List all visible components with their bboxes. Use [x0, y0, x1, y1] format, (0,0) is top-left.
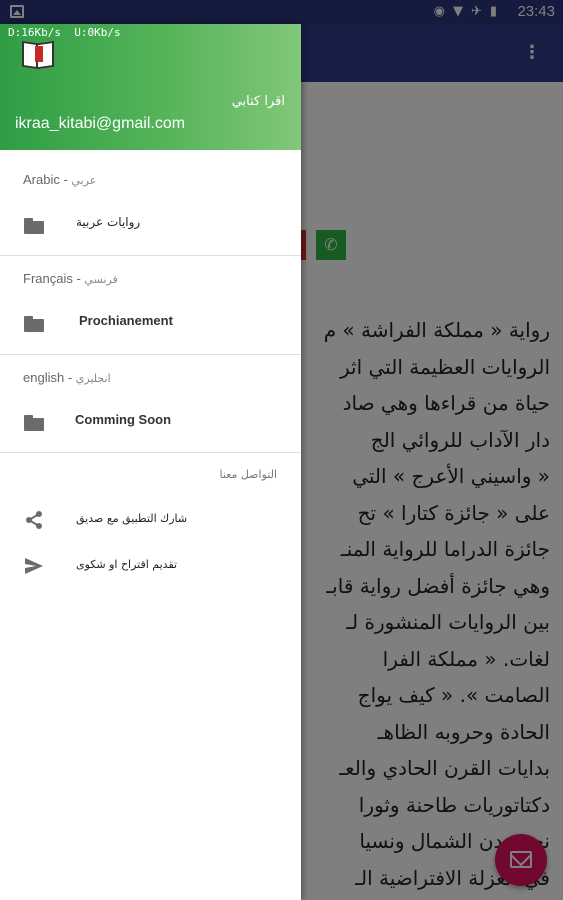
article-line: جائزة الدراما للرواية المنـ [340, 537, 550, 561]
article-line: وهي جائزة أفضل رواية قابـ [326, 573, 550, 598]
wifi-icon: ▼ [452, 4, 463, 19]
contact-fab[interactable] [495, 834, 547, 886]
nav-item-english[interactable]: Comming Soon [0, 399, 301, 447]
share-app-label: شارك التطبيق مع صديق [76, 512, 188, 525]
contact-section-title: التواصل معنا [219, 468, 277, 481]
status-time: 23:43 [517, 3, 555, 20]
article-line: الحادة وحروبه الظاهـ [377, 719, 550, 744]
whatsapp-share-button[interactable]: ✆ [316, 230, 346, 260]
article-line: بين الروايات المنشورة لـ [346, 610, 550, 634]
folder-icon [24, 218, 44, 234]
sync-icon: ◉ [433, 4, 445, 19]
share-icon [26, 511, 42, 529]
divider [0, 354, 301, 355]
app-email: ikraa_kitabi@gmail.com [15, 115, 186, 132]
nav-item-label: Prochianement [79, 313, 173, 328]
send-icon [25, 558, 43, 574]
overflow-menu-icon[interactable]: ⋮ [523, 44, 541, 62]
airplane-icon: ✈ [470, 4, 482, 19]
article-line: لغات. « مملكة الفرا [382, 646, 550, 671]
section-title-french: Français - فرنسي [23, 271, 118, 286]
app-logo [22, 40, 56, 70]
nav-item-arabic-novels[interactable]: روايات عربية [0, 202, 301, 250]
mail-icon [510, 851, 532, 868]
folder-icon [24, 316, 44, 332]
article-line: « واسيني الأعرج » التي [352, 464, 550, 488]
article-line: على « جائزة كتارا » تح [357, 500, 550, 525]
section-title-arabic: Arabic - عربي [23, 172, 97, 187]
nav-item-label: روايات عربية [76, 215, 141, 229]
article-line: بدايات القرن الحادي والعـ [339, 756, 550, 780]
divider [0, 255, 301, 256]
folder-icon [24, 415, 44, 431]
navigation-drawer: D:16Kb/s U:0Kb/s اقرا كتابي ikraa_kitabi… [0, 24, 301, 900]
article-line: حياة من قراءها وهي صاد [342, 391, 550, 415]
article-line: دار الآداب للروائي الج [370, 427, 550, 452]
article-line: الروايات العظيمة التي اثر [340, 354, 550, 379]
article-line: دكتاتوريات طاحنة وثورا [358, 792, 550, 817]
article-line: الصامت ». « كيف يواج [357, 683, 550, 707]
drawer-header: D:16Kb/s U:0Kb/s اقرا كتابي ikraa_kitabi… [0, 24, 301, 150]
send-feedback-label: تقديم اقتراح او شكوى [76, 558, 178, 571]
nav-item-french[interactable]: Prochianement [0, 300, 301, 348]
nav-item-label: Comming Soon [75, 412, 172, 427]
divider [0, 452, 301, 453]
section-title-english: english - انجليزي [23, 370, 111, 385]
image-notification-icon [10, 5, 24, 18]
battery-icon: ▮ [489, 4, 497, 19]
article-text: رواية « مملكة الفراشة » م الروايات العظيم… [280, 312, 550, 896]
network-speed: D:16Kb/s U:0Kb/s [8, 26, 121, 39]
send-feedback-item[interactable]: تقديم اقتراح او شكوى [0, 542, 301, 590]
share-app-item[interactable]: شارك التطبيق مع صديق [0, 496, 301, 544]
status-bar: ◉ ▼ ✈ ▮ 23:43 [0, 0, 563, 24]
article-line: رواية « مملكة الفراشة » م [323, 318, 550, 342]
app-name: اقرا كتابي [231, 94, 285, 109]
